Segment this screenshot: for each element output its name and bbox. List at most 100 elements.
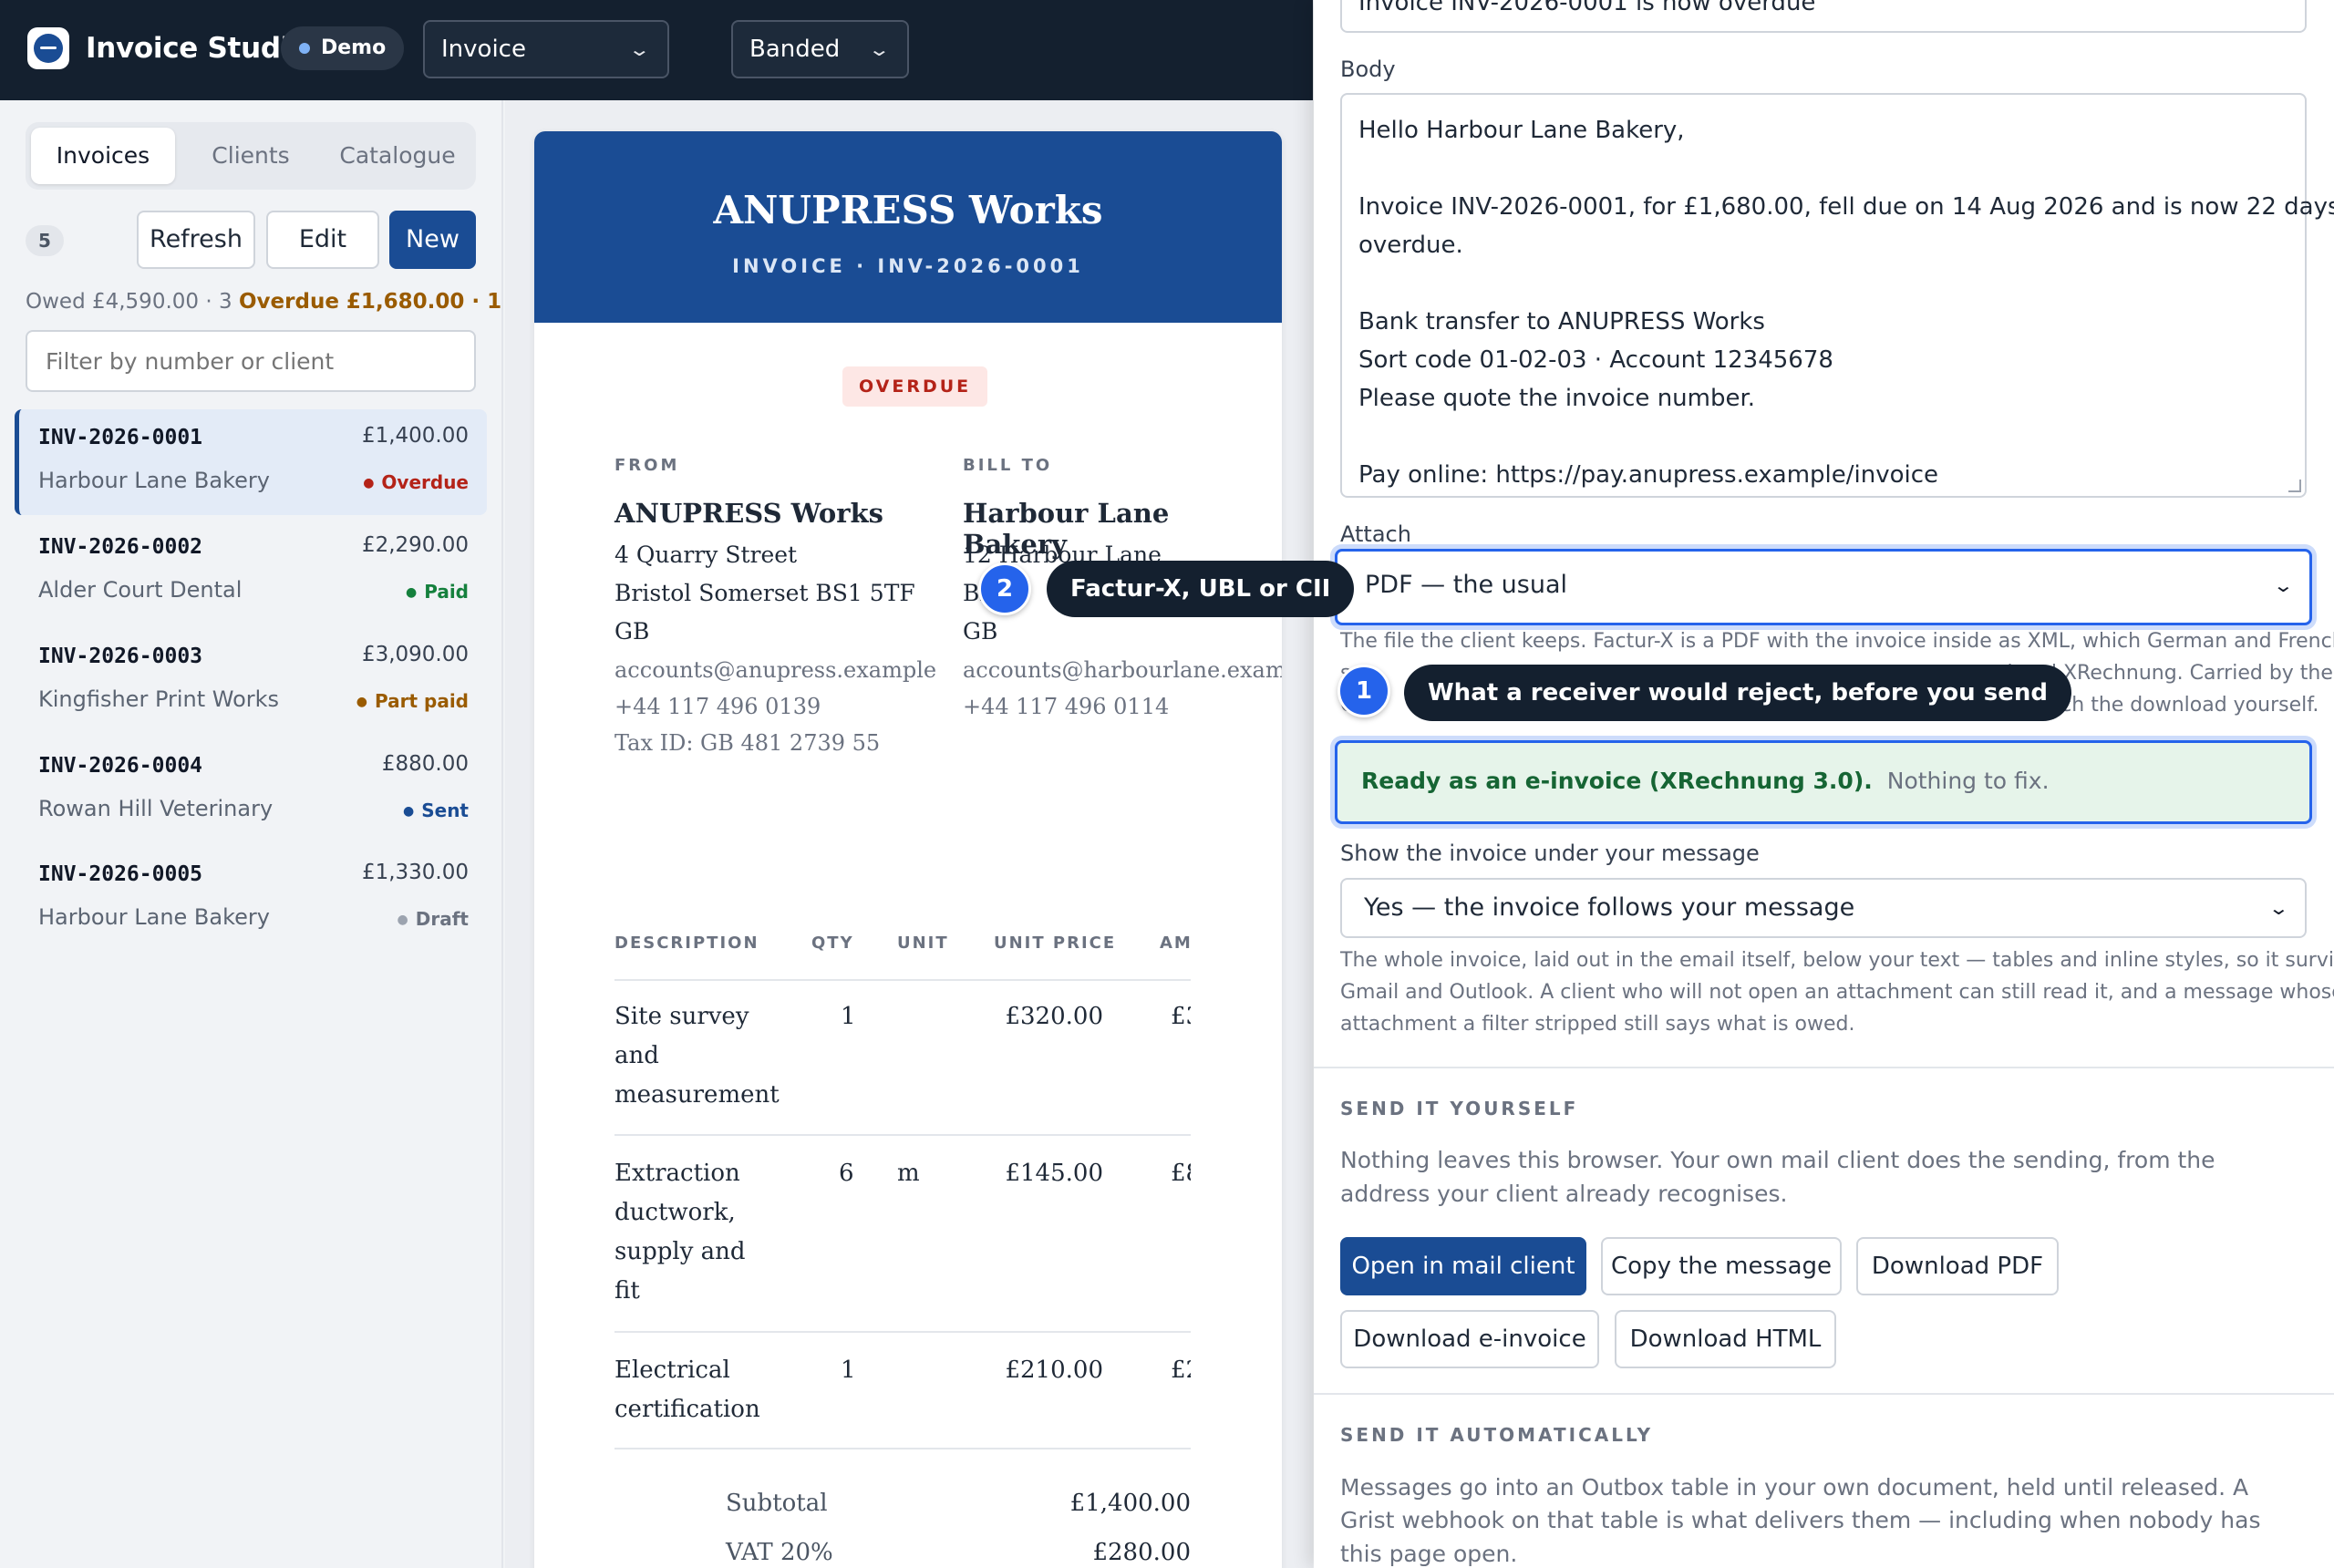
vat-label: VAT 20% — [726, 1539, 833, 1566]
attach-label: Attach — [1340, 521, 1411, 547]
send-yourself-text: Nothing leaves this browser. Your own ma… — [1340, 1147, 2215, 1173]
invoice-filter-input[interactable] — [26, 330, 476, 392]
show-invoice-select[interactable]: Yes — the invoice follows your message ⌄ — [1340, 878, 2307, 938]
chevron-down-icon: ⌄ — [2267, 897, 2290, 919]
invoice-amount: £3,090.00 — [361, 643, 469, 666]
copy-message-button[interactable]: Copy the message — [1601, 1237, 1842, 1295]
show-invoice-help: Gmail and Outlook. A client who will not… — [1340, 981, 2334, 1004]
invoice-count-badge: 5 — [26, 225, 64, 256]
line-items-table: DESCRIPTION QTY UNIT UNIT PRICE AMC Site… — [614, 915, 1191, 1568]
column-header-amount: AMC — [1160, 934, 1191, 953]
line-unit-price: £210.00 — [1005, 1357, 1103, 1384]
column-header-qty: QTY — [811, 934, 854, 953]
line-unit-price: £320.00 — [1005, 1003, 1103, 1030]
from-label: FROM — [614, 456, 680, 475]
body-textarea[interactable]: Hello Harbour Lane Bakery, Invoice INV-2… — [1340, 93, 2334, 498]
send-automatically-text: Messages go into an Outbox table in your… — [1340, 1474, 2249, 1501]
status-badge: Part paid — [356, 690, 469, 712]
from-phone: +44 117 496 0139 — [614, 694, 821, 719]
invoice-client: Kingfisher Print Works — [38, 686, 280, 712]
invoice-number: INV-2026-0003 — [38, 645, 203, 668]
document-type-select[interactable]: Invoice ⌄ — [423, 20, 669, 78]
line-qty: 6 — [839, 1160, 854, 1187]
subject-input[interactable]: Invoice INV-2026-0001 is now overdue — [1340, 0, 2307, 33]
chevron-down-icon: ⌄ — [2272, 574, 2295, 596]
style-value: Banded — [749, 36, 841, 63]
tab-clients[interactable]: Clients — [179, 128, 323, 184]
attach-help: The file the client keeps. Factur-X is a… — [1340, 630, 2334, 653]
body-line: Sort code 01-02-03 · Account 12345678 — [1358, 346, 1833, 374]
edit-button[interactable]: Edit — [266, 211, 379, 269]
bill-to-label: BILL TO — [963, 456, 1053, 475]
body-line: overdue. — [1358, 232, 1463, 259]
validation-note: Nothing to fix. — [1886, 768, 2050, 794]
show-invoice-help: The whole invoice, laid out in the email… — [1340, 949, 2334, 972]
line-description: Site survey — [614, 1003, 749, 1030]
line-description: Electrical — [614, 1357, 730, 1384]
body-line: Invoice INV-2026-0001, for £1,680.00, fe… — [1358, 193, 2334, 221]
show-invoice-label: Show the invoice under your message — [1340, 841, 1760, 866]
table-divider — [614, 1134, 1191, 1136]
body-line: Hello Harbour Lane Bakery, — [1358, 117, 1685, 144]
download-html-button[interactable]: Download HTML — [1615, 1310, 1836, 1368]
tab-catalogue[interactable]: Catalogue — [325, 128, 470, 184]
tab-invoices[interactable]: Invoices — [31, 128, 175, 184]
new-invoice-button[interactable]: New — [389, 211, 476, 269]
callout-validation: What a receiver would reject, before you… — [1404, 665, 2071, 721]
document-type-value: Invoice — [441, 36, 526, 63]
send-yourself-text: address your client already recognises. — [1340, 1181, 1788, 1207]
line-unit-price: £145.00 — [1005, 1160, 1103, 1187]
body-line — [1358, 418, 2288, 456]
invoice-number: INV-2026-0004 — [38, 754, 203, 778]
from-address-line: 4 Quarry Street — [614, 542, 798, 568]
line-amount: £8: — [1171, 1160, 1191, 1187]
invoice-amount: £880.00 — [381, 752, 469, 776]
invoice-number: INV-2026-0001 — [38, 426, 203, 449]
invoice-list-item[interactable]: INV-2026-0004 £880.00 Rowan Hill Veterin… — [15, 738, 487, 843]
from-email: accounts@anupress.example — [614, 657, 937, 683]
status-badge: Overdue — [363, 471, 469, 493]
overdue-summary[interactable]: Overdue £1,680.00 · 1 — [239, 287, 501, 316]
invoice-number: INV-2026-0005 — [38, 862, 203, 886]
resize-handle-icon[interactable] — [2288, 480, 2301, 492]
show-invoice-help: attachment a filter stripped still says … — [1340, 1013, 1855, 1036]
column-header-unit: UNIT — [897, 934, 949, 953]
open-in-mail-client-button[interactable]: Open in mail client — [1340, 1237, 1586, 1295]
line-unit: m — [897, 1160, 920, 1187]
invoice-list-item[interactable]: INV-2026-0002 £2,290.00 Alder Court Dent… — [15, 519, 487, 624]
line-description: ductwork, — [614, 1199, 736, 1226]
column-header-description: DESCRIPTION — [614, 934, 759, 953]
invoice-list-item[interactable]: INV-2026-0003 £3,090.00 Kingfisher Print… — [15, 628, 487, 734]
status-badge: Sent — [403, 799, 469, 821]
line-qty: 1 — [841, 1357, 856, 1384]
line-description: and — [614, 1042, 659, 1069]
callout-number-badge[interactable]: 1 — [1337, 665, 1390, 717]
invoice-client: Harbour Lane Bakery — [38, 468, 270, 493]
from-address-line: GB — [614, 618, 650, 645]
status-tag: OVERDUE — [842, 366, 988, 407]
send-automatically-text: this page open. — [1340, 1541, 1518, 1567]
invoice-list-item[interactable]: INV-2026-0005 £1,330.00 Harbour Lane Bak… — [15, 846, 487, 952]
invoice-amount: £2,290.00 — [361, 533, 469, 557]
style-select[interactable]: Banded ⌄ — [731, 20, 909, 78]
line-amount: £2: — [1171, 1357, 1191, 1384]
subtotal-value: £1,400.00 — [1069, 1490, 1191, 1517]
attach-select[interactable]: PDF — the usual ⌄ — [1335, 549, 2312, 625]
validation-ready-text: Ready as an e-invoice (XRechnung 3.0). — [1361, 768, 1873, 794]
refresh-button[interactable]: Refresh — [137, 211, 255, 269]
section-divider — [1314, 1067, 2334, 1068]
body-line: Bank transfer to ANUPRESS Works — [1358, 308, 1765, 335]
download-pdf-button[interactable]: Download PDF — [1856, 1237, 2059, 1295]
from-tax-id: Tax ID: GB 481 2739 55 — [614, 730, 881, 756]
chevron-down-icon: ⌄ — [868, 38, 892, 60]
line-qty: 1 — [841, 1003, 856, 1030]
invoice-list-item[interactable]: INV-2026-0001 £1,400.00 Harbour Lane Bak… — [15, 409, 487, 515]
download-einvoice-button[interactable]: Download e-invoice — [1340, 1310, 1599, 1368]
column-header-unit-price: UNIT PRICE — [994, 934, 1117, 953]
table-row: Extraction ductwork, supply and fit 6 m … — [614, 1154, 1191, 1327]
invoice-client: Harbour Lane Bakery — [38, 904, 270, 930]
line-description: supply and — [614, 1238, 746, 1265]
callout-number-badge[interactable]: 2 — [978, 562, 1031, 615]
chevron-down-icon: ⌄ — [628, 38, 652, 60]
body-line — [1358, 150, 2288, 188]
